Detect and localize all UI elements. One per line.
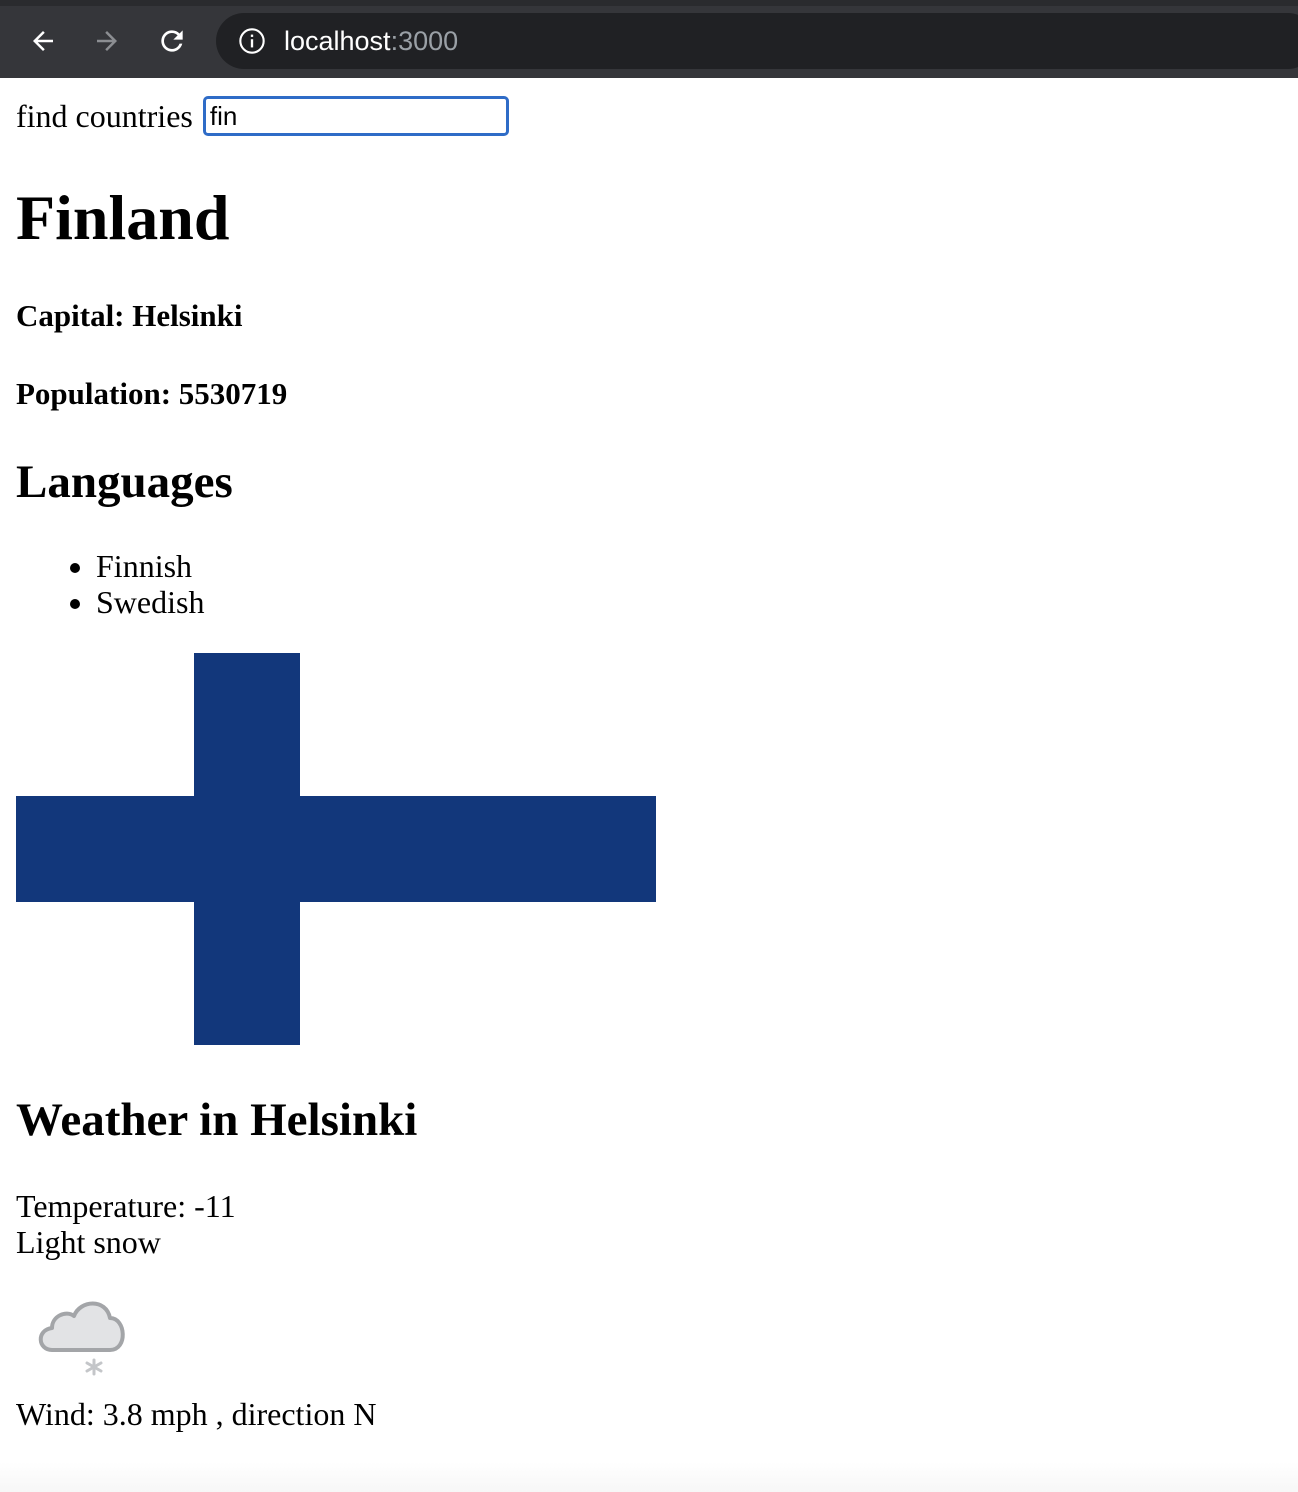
language-item: Swedish <box>96 584 204 620</box>
page-bottom-edge <box>0 1462 1298 1492</box>
site-info-icon <box>239 28 265 54</box>
weather-heading: Weather in Helsinki <box>16 1094 418 1146</box>
temperature-text: Temperature: -11 <box>16 1188 236 1224</box>
forward-button[interactable] <box>86 20 128 62</box>
search-input[interactable] <box>202 96 509 136</box>
search-label: find countries <box>16 98 193 134</box>
reload-button[interactable] <box>151 20 193 62</box>
search-row: find countries <box>16 96 509 136</box>
arrow-left-icon <box>33 31 53 51</box>
url-port: :3000 <box>390 26 459 56</box>
population-text: Population: 5530719 <box>16 376 288 411</box>
reload-icon <box>161 30 183 52</box>
country-name: Finland <box>16 182 230 253</box>
languages-heading: Languages <box>16 456 233 508</box>
tab-strip-edge <box>0 0 1298 6</box>
weather-description: Light snow <box>16 1224 161 1260</box>
language-item: Finnish <box>96 548 204 584</box>
address-bar[interactable]: localhost:3000 <box>216 13 1298 69</box>
url-host: localhost <box>284 26 391 56</box>
arrow-right-icon <box>97 31 117 51</box>
info-icon[interactable] <box>238 27 266 55</box>
capital-text: Capital: Helsinki <box>16 298 243 333</box>
url-text: localhost:3000 <box>284 23 458 59</box>
browser-toolbar: localhost:3000 <box>0 0 1298 78</box>
flag-cross-horizontal <box>16 796 656 902</box>
back-button[interactable] <box>22 20 64 62</box>
wind-text: Wind: 3.8 mph , direction N <box>16 1396 377 1432</box>
finland-flag <box>16 653 656 1045</box>
languages-list: Finnish Swedish <box>16 548 204 620</box>
light-snow-cloud-icon <box>38 1301 125 1376</box>
